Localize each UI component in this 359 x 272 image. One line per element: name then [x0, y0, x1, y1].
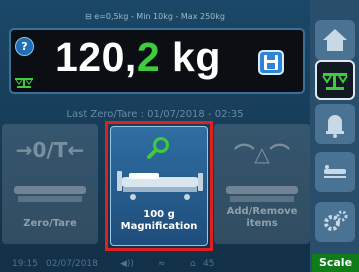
weight-display: ? 120,2 kg [9, 28, 305, 94]
weight-decimal: 2 [136, 34, 161, 80]
main-panel: ⊟ e=0,5kg - Min 10kg - Max 250kg ? 120,2… [0, 0, 310, 272]
gear-icon [324, 210, 348, 231]
zero-tare-label: Zero/Tare [23, 218, 77, 229]
bell-icon [326, 115, 344, 138]
add-remove-symbol: ⌒△⌒ [234, 142, 290, 166]
add-remove-items-button[interactable]: ⌒△⌒ Add/Remove items [214, 124, 310, 244]
bed-angle-value: 45 [203, 259, 215, 269]
last-zero-tare-text: Last Zero/Tare : 01/07/2018 - 02:35 [66, 109, 244, 120]
magnifier-icon [147, 137, 169, 159]
wifi-icon: ≈ [158, 259, 166, 269]
scale-icon-small: ⊟ [85, 12, 92, 21]
scale-balance-icon [15, 78, 33, 88]
bed-icon [117, 171, 203, 200]
home-icon [323, 29, 347, 51]
sidebar-scale[interactable] [315, 60, 355, 100]
save-button[interactable] [258, 50, 284, 75]
zero-tare-symbol: →0/T← [15, 138, 85, 162]
help-button[interactable]: ? [15, 37, 34, 56]
bed-icon [226, 186, 298, 202]
magnification-label: 100 g Magnification [111, 209, 207, 233]
sidebar-settings[interactable] [315, 202, 355, 242]
save-icon [264, 55, 278, 70]
sidebar-alarm[interactable] [315, 104, 355, 144]
add-remove-line1: Add/Remove [226, 206, 298, 217]
magnification-button[interactable]: 100 g Magnification [110, 126, 208, 246]
status-bar: 19:15 02/07/2018 ◀)) ≈ ⌂ 45 [0, 256, 310, 272]
sidebar [310, 0, 359, 272]
status-date: 02/07/2018 [46, 259, 98, 269]
weight-integer: 120, [55, 34, 137, 80]
status-time: 19:15 [12, 259, 38, 269]
volume-icon: ◀)) [120, 259, 134, 269]
weight-value: 120,2 kg [55, 34, 221, 81]
magnification-step-label: 100 g [143, 209, 175, 220]
sidebar-bed-exit[interactable] [315, 152, 355, 192]
scale-icon [322, 73, 348, 90]
scale-tab-label: Scale [312, 254, 359, 272]
weight-unit: kg [160, 34, 221, 80]
zero-tare-button[interactable]: →0/T← Zero/Tare [2, 124, 98, 244]
bed-angle-icon: ⌂ [190, 259, 196, 269]
sidebar-home[interactable] [315, 20, 355, 60]
bed-position-icon [324, 165, 346, 178]
magnification-title: Magnification [120, 221, 198, 232]
scale-spec-text: ⊟ e=0,5kg - Min 10kg - Max 250kg [85, 12, 225, 21]
bed-icon [14, 186, 86, 202]
add-remove-label: Add/Remove items [214, 206, 310, 230]
add-remove-line2: items [246, 218, 278, 229]
